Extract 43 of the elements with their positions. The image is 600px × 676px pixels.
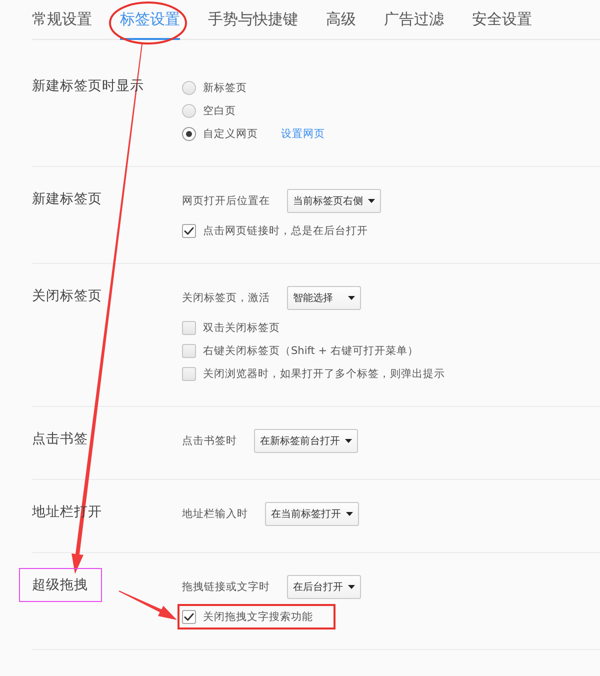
section-title: 新建标签页 [32,190,102,209]
option-label: 新标签页 [203,80,247,94]
checkbox-label: 点击网页链接时，总是在后台打开 [203,224,368,238]
tab[interactable]: 广告过滤 [384,0,444,40]
radio-button[interactable] [182,80,196,94]
caret-icon [368,199,375,203]
setting-label: 关闭标签页，激活 [182,291,270,305]
setting-label: 网页打开后位置在 [182,194,270,208]
dropdown[interactable]: 在当前标签打开 [265,502,359,526]
dropdown[interactable]: 在后台打开 [287,575,361,599]
checkbox[interactable] [182,224,196,238]
caret-icon [348,585,355,589]
checkbox-label: 右键关闭标签页（Shift + 右键可打开菜单） [203,344,418,358]
caret-icon [346,512,353,516]
tab[interactable]: 手势与快捷键 [208,0,298,40]
setting-label: 拖拽链接或文字时 [182,580,270,594]
section-title: 超级拖拽 [32,576,88,595]
section-title: 点击书签 [32,430,88,449]
option-label: 自定义网页 [203,126,258,140]
dropdown[interactable]: 智能选择 [287,286,361,310]
checkbox[interactable] [182,320,196,334]
dropdown[interactable]: 当前标签页右侧 [287,189,381,213]
dropdown[interactable]: 在新标签前台打开 [254,429,358,453]
checkbox-label: 双击关闭标签页 [203,320,280,334]
checkmark-icon [184,226,194,234]
checkbox[interactable] [182,610,196,624]
checkmark-icon [184,612,194,620]
checkbox-label: 关闭浏览器时，如果打开了多个标签，则弹出提示 [203,366,445,380]
annotation-arrow [118,590,177,620]
setting-label: 点击书签时 [182,434,237,448]
tab[interactable]: 高级 [326,0,356,40]
tab[interactable]: 常规设置 [32,0,92,40]
radio-button[interactable] [182,104,196,118]
setting-label: 地址栏输入时 [182,507,248,521]
checkbox-label: 关闭拖拽文字搜索功能 [203,610,313,624]
caret-icon [345,439,352,443]
caret-icon [348,296,355,300]
checkbox[interactable] [182,344,196,358]
option-label: 空白页 [203,104,236,118]
section-title: 关闭标签页 [32,287,102,306]
checkbox[interactable] [182,366,196,380]
radio-button[interactable] [182,126,196,140]
tab[interactable]: 安全设置 [472,0,532,40]
